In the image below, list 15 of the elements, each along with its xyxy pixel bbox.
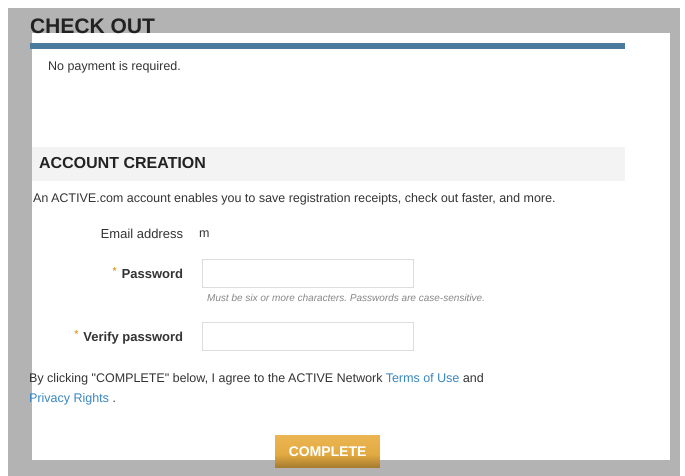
field-hint: Must be six or more characters. Passwords are case-sensitive. xyxy=(207,292,486,306)
agreement-link[interactable]: Privacy Rights xyxy=(29,391,109,405)
agreement-link[interactable]: Terms of Use xyxy=(386,371,460,385)
field-label: * Verify password xyxy=(73,328,183,346)
field-label: Email address xyxy=(100,224,183,242)
email-value: m xyxy=(199,224,210,242)
agreement-text: By clicking "COMPLETE" below, I agree to the ACTIVE Network Terms of Use and Privacy Rights . xyxy=(29,370,485,407)
intro-text: An ACTIVE.com account enables you to save registration receipts, check out faster, and more. xyxy=(33,190,556,207)
payment-note: No payment is required. xyxy=(48,58,182,75)
page-title: CHECK OUT xyxy=(30,14,156,40)
password-field[interactable] xyxy=(202,322,414,351)
password-field[interactable] xyxy=(202,259,414,288)
section-heading: ACCOUNT CREATION xyxy=(32,146,625,181)
complete-button[interactable]: COMPLETE xyxy=(275,435,380,468)
field-label: * Password xyxy=(112,264,183,283)
